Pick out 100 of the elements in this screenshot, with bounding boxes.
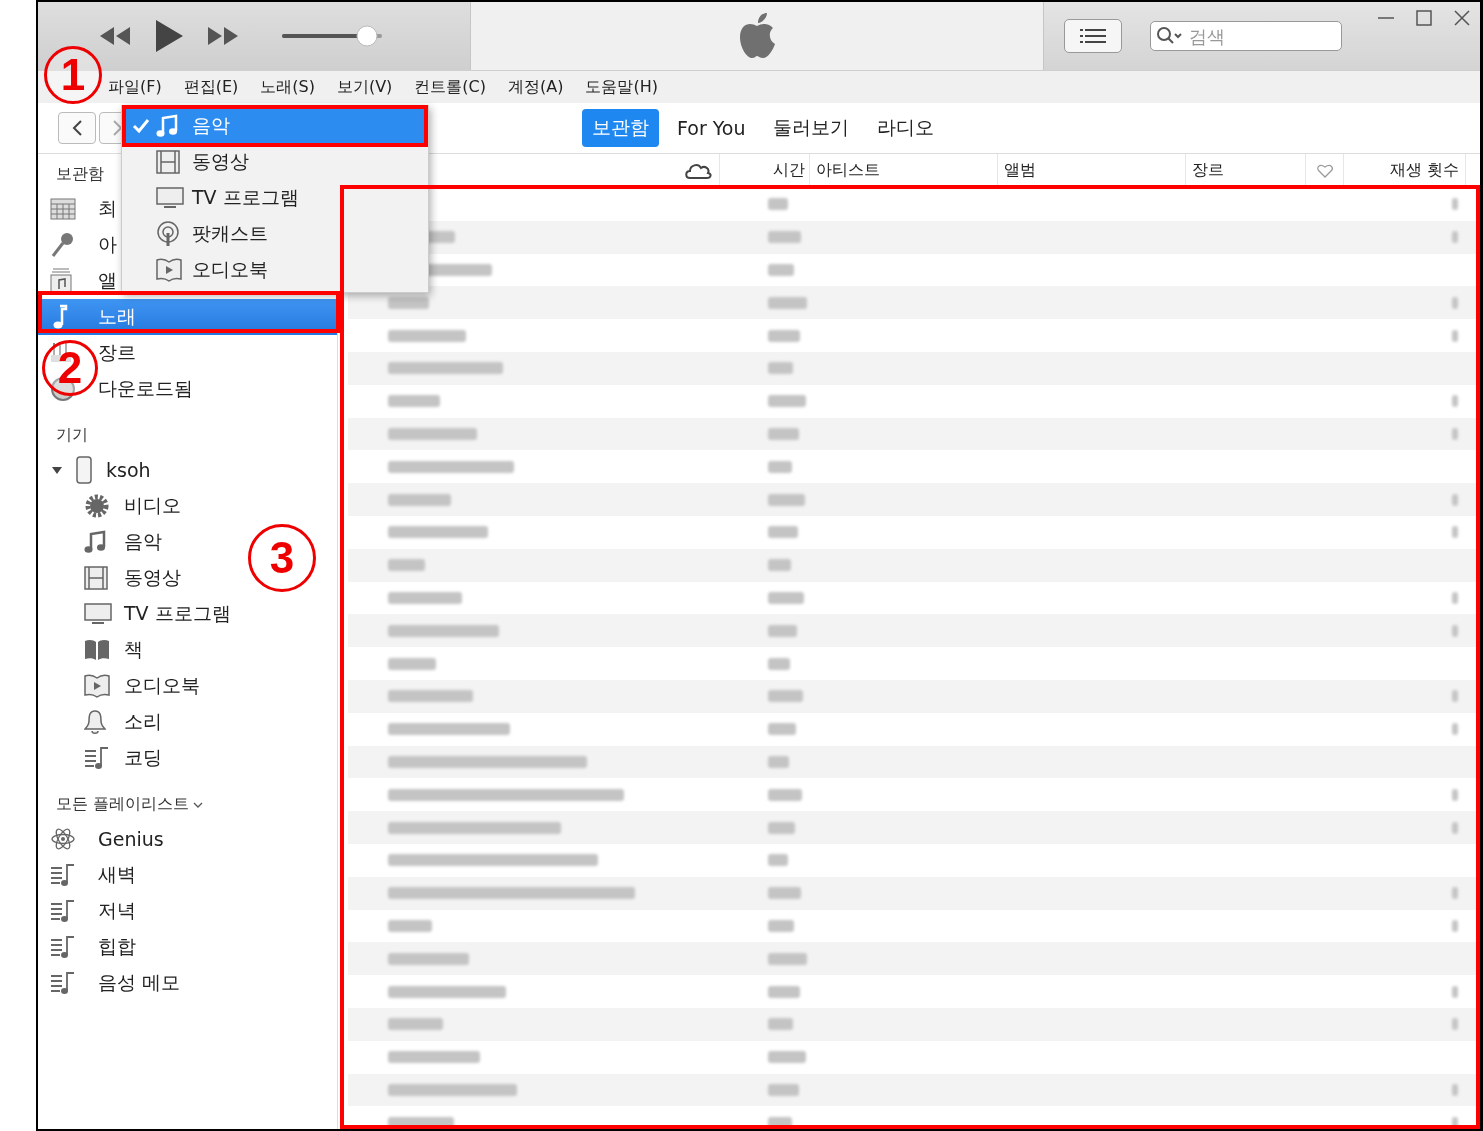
blurred-text (768, 427, 799, 440)
sidebar-item[interactable]: 최 (90, 196, 117, 222)
column-header[interactable]: 재생 횟수 (1389, 160, 1459, 181)
blurred-text (1452, 395, 1458, 408)
menu-item[interactable]: 파일(F) (108, 76, 162, 98)
blurred-text (1452, 296, 1458, 309)
menu-item[interactable]: 동영상 (122, 144, 428, 180)
blurred-text (1452, 723, 1458, 736)
film-icon (84, 566, 108, 590)
play-icon[interactable] (154, 19, 184, 53)
blurred-text (768, 1051, 806, 1064)
sidebar-item[interactable]: 소리 (124, 709, 162, 735)
phone-icon (76, 456, 92, 484)
step-number-marker: 2 (42, 340, 98, 396)
sidebar-item[interactable]: 코딩 (124, 745, 162, 771)
blurred-text (1452, 887, 1458, 900)
sidebar-item[interactable]: 음악 (124, 529, 162, 555)
search-icon[interactable] (1156, 26, 1184, 46)
playlist-icon (50, 971, 76, 995)
search-field[interactable]: 검색 (1150, 21, 1342, 51)
sidebar-item[interactable]: 비디오 (124, 493, 181, 519)
sidebar-item[interactable]: 책 (124, 637, 143, 663)
blurred-text (1452, 985, 1458, 998)
menu-item[interactable]: 계정(A) (508, 76, 564, 98)
volume-slider[interactable] (280, 24, 384, 48)
blurred-text (768, 395, 806, 408)
sidebar-item[interactable]: 아 (90, 232, 117, 258)
blurred-text (1452, 1018, 1458, 1031)
tv-icon (84, 603, 112, 625)
menu-item[interactable]: 컨트롤(C) (414, 76, 486, 98)
podcast-icon (156, 221, 180, 247)
tab[interactable]: 라디오 (867, 109, 945, 147)
blurred-text (768, 591, 804, 604)
menu-item[interactable]: TV 프로그램 (122, 180, 428, 216)
audiobook-icon (156, 258, 182, 282)
chevron-down-icon[interactable] (193, 800, 204, 809)
blurred-text (768, 919, 794, 932)
column-header[interactable]: 앨범 (1004, 160, 1036, 181)
atom-icon (50, 826, 76, 852)
blurred-text (1452, 1083, 1458, 1096)
column-header[interactable]: 아티스트 (816, 160, 880, 181)
list-icon (1080, 28, 1106, 44)
column-header[interactable]: 시간 (773, 160, 805, 181)
menu-item[interactable]: 노래(S) (260, 76, 315, 98)
blurred-text (768, 755, 789, 768)
sidebar-item[interactable]: TV 프로그램 (124, 601, 231, 627)
menu-item[interactable]: 오디오북 (122, 252, 428, 288)
sidebar-item[interactable]: 새벽 (90, 862, 136, 888)
rewind-icon[interactable] (98, 25, 132, 47)
section-heading[interactable]: 모든 플레이리스트 (56, 790, 204, 821)
heart-icon[interactable] (1316, 163, 1333, 178)
blurred-text (768, 460, 792, 473)
tab[interactable]: 둘러보기 (763, 109, 860, 147)
blurred-text (1452, 624, 1458, 637)
sidebar-item[interactable]: 힙합 (90, 934, 136, 960)
blurred-text (768, 821, 795, 834)
menu-item[interactable]: 보기(V) (336, 76, 393, 98)
device-item[interactable]: ksoh (38, 452, 337, 488)
tab[interactable]: 보관함 (582, 109, 659, 147)
section-heading: 기기 (56, 424, 88, 446)
step-number-marker: 1 (44, 46, 102, 104)
blurred-text (768, 362, 793, 375)
blurred-text (1452, 690, 1458, 703)
cloud-icon[interactable] (684, 161, 712, 180)
sidebar-item[interactable]: Genius (90, 828, 164, 850)
blurred-text (768, 493, 805, 506)
blurred-text (1452, 821, 1458, 834)
blurred-text (1452, 788, 1458, 801)
close-icon[interactable] (1452, 8, 1472, 28)
menu-item[interactable]: 팟캐스트 (122, 216, 428, 252)
blurred-text (1452, 198, 1458, 211)
menu-item[interactable]: 도움말(H) (585, 76, 658, 98)
column-header[interactable]: 장르 (1192, 160, 1224, 181)
music-note-icon (156, 114, 178, 138)
calendar-icon (50, 198, 76, 220)
sidebar-item[interactable]: 동영상 (124, 565, 181, 591)
back-button[interactable] (58, 112, 96, 144)
blurred-text (388, 919, 432, 932)
maximize-icon[interactable] (1414, 8, 1434, 28)
fast-forward-icon[interactable] (206, 25, 240, 47)
sidebar-item[interactable]: 저녁 (90, 898, 136, 924)
blurred-text (768, 198, 788, 211)
blurred-text (1452, 329, 1458, 342)
menu-item[interactable]: 편집(E) (183, 76, 239, 98)
blurred-text (768, 296, 807, 309)
blurred-text (768, 264, 794, 276)
tab[interactable]: For You (667, 109, 756, 147)
expand-triangle-icon[interactable] (52, 465, 62, 475)
sidebar-item[interactable]: 앨 (90, 268, 117, 294)
playlist-icon (84, 746, 110, 770)
blurred-text (768, 788, 802, 801)
blurred-text (768, 329, 800, 342)
sidebar-item[interactable]: 음성 메모 (90, 970, 181, 996)
blurred-text (768, 723, 796, 736)
list-view-button[interactable] (1064, 19, 1122, 53)
audiobook-icon (84, 674, 110, 698)
sidebar-item[interactable]: 오디오북 (124, 673, 200, 699)
blurred-text (768, 1083, 799, 1096)
bell-icon (84, 709, 106, 735)
blurred-text (768, 559, 791, 572)
